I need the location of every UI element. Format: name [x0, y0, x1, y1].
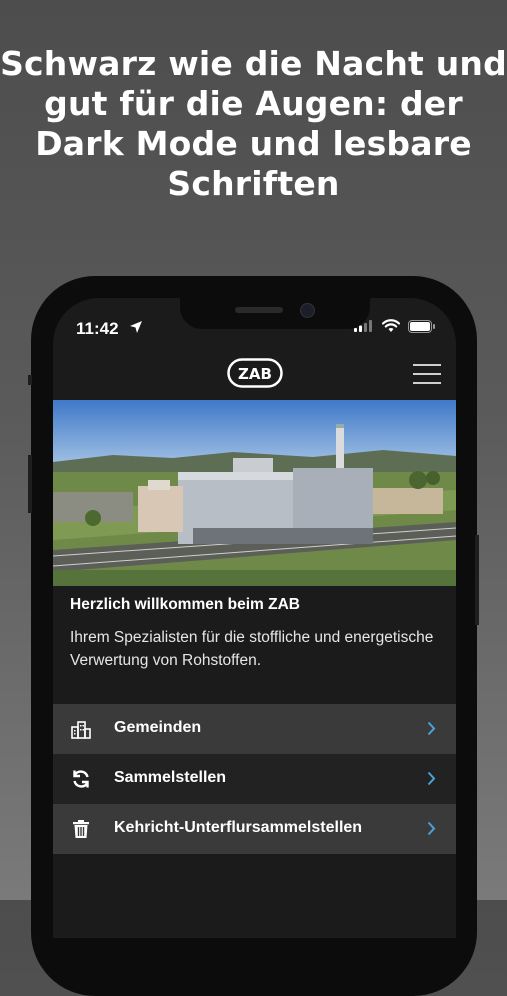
nav-item-kehricht-unterflursammelstellen[interactable]: Kehricht-Unterflursammelstellen — [53, 804, 456, 854]
nav-item-gemeinden[interactable]: Gemeinden — [53, 704, 456, 754]
phone-notch — [180, 298, 370, 329]
hero-image-plant — [53, 400, 456, 586]
phone-side-button — [475, 535, 479, 625]
status-time: 11:42 — [76, 319, 119, 338]
phone-side-button — [28, 455, 32, 513]
location-arrow-icon — [130, 321, 142, 333]
nav-item-label: Gemeinden — [114, 719, 202, 736]
intro-title: Herzlich willkommen beim ZAB — [70, 596, 300, 613]
nav-item-label: Kehricht-Unterflursammelstellen — [114, 819, 363, 836]
intro-section: Herzlich willkommen beim ZAB Ihrem Spezi… — [70, 596, 440, 672]
chevron-right-icon — [427, 821, 436, 836]
hamburger-menu-icon[interactable] — [413, 364, 441, 386]
recycle-arrows-icon — [73, 770, 89, 788]
chevron-right-icon — [427, 721, 436, 736]
app-header: ZAB — [53, 342, 456, 400]
front-camera — [300, 303, 315, 318]
promo-headline: Schwarz wie die Nacht und gut für die Au… — [0, 44, 507, 203]
chevron-right-icon — [427, 771, 436, 786]
speaker-grille — [235, 307, 283, 313]
nav-item-label: Sammelstellen — [114, 769, 227, 786]
plant-photo — [53, 400, 456, 586]
nav-item-sammelstellen[interactable]: Sammelstellen — [53, 754, 456, 804]
battery-icon — [408, 320, 435, 333]
trash-can-icon — [73, 820, 89, 838]
phone-side-button — [28, 375, 32, 385]
nav-list: Gemeinden Sammelstellen Kehricht-Unterfl… — [53, 704, 456, 854]
intro-text: Ihrem Spezialisten für die stoffliche un… — [70, 629, 434, 669]
wifi-icon — [382, 319, 400, 332]
phone-screen: 11:42 ZAB Herzlich willkommen beim ZAB I… — [53, 298, 456, 938]
zab-logo[interactable]: ZAB — [227, 358, 283, 388]
buildings-icon — [71, 721, 91, 739]
svg-text:ZAB: ZAB — [238, 365, 272, 383]
